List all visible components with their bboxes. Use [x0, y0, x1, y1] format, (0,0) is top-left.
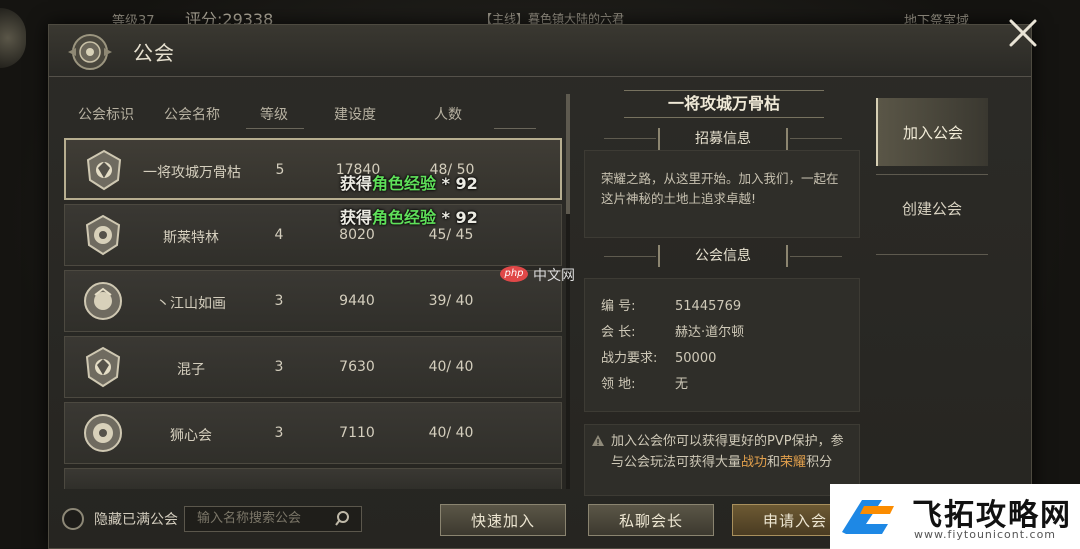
tab-divider [876, 254, 988, 255]
guild-badge-icon [81, 345, 125, 389]
guild-row[interactable]: 混子 3 7630 40/ 40 [64, 336, 562, 398]
close-button[interactable] [1004, 14, 1042, 52]
guild-build: 8020 [339, 227, 375, 243]
header-level: 等级 [260, 107, 288, 123]
header-build: 建设度 [334, 107, 376, 123]
guild-row[interactable]: 狮心会 3 7110 40/ 40 [64, 402, 562, 464]
section-divider [604, 138, 656, 139]
guild-id-line: 编 号: 51445769 [601, 299, 742, 314]
guild-leader-line: 会 长: 赫达·道尔顿 [601, 325, 745, 340]
private-chat-leader-button[interactable]: 私聊会长 [588, 504, 714, 536]
territory-line: 领 地: 无 [601, 377, 689, 392]
php-watermark-text: 中文网 [533, 268, 575, 284]
top-hud: 等级37 评分:29338 【主线】暮色镇大陆的六君 地下祭室域 [0, 0, 1080, 29]
guild-badge-icon [81, 279, 125, 323]
guild-info-title: 公会信息 [658, 245, 788, 267]
power-requirement-line: 战力要求: 50000 [601, 351, 717, 366]
header-divider [494, 128, 536, 129]
hide-full-radio[interactable] [62, 508, 84, 530]
hide-full-guilds-toggle[interactable]: 隐藏已满公会 [62, 508, 178, 530]
close-icon [1009, 19, 1037, 47]
guild-list: 公会标识 公会名称 等级 建设度 人数 一将攻城万骨枯 5 17840 48/ … [64, 94, 566, 489]
guild-build: 7110 [339, 425, 375, 441]
guild-tabs: 加入公会 创建公会 [876, 94, 988, 284]
recruit-text: 荣耀之路，从这里开始。加入我们，一起在这片神秘的土地上追求卓越! [584, 150, 860, 238]
header-name: 公会名称 [164, 107, 220, 123]
guild-emblem-icon [59, 27, 121, 77]
tab-join-guild[interactable]: 加入公会 [876, 98, 988, 166]
guild-row[interactable]: 斯莱特林 4 8020 45/ 45 [64, 204, 562, 266]
guild-level: 3 [274, 359, 284, 375]
guild-name: 混子 [177, 362, 205, 378]
guild-row[interactable] [64, 468, 562, 489]
selected-guild-name: 一将攻城万骨枯 [624, 90, 824, 118]
xp-gain-popup: 获得角色经验 * 92 [340, 208, 478, 227]
guild-build: 9440 [339, 293, 375, 309]
site-watermark: 飞拓攻略网 www.fiytounicont.com [830, 484, 1080, 549]
php-watermark-logo: php [500, 266, 528, 282]
guild-members: 45/ 45 [428, 227, 474, 243]
guild-list-scrollbar[interactable] [566, 94, 570, 489]
guild-name: 丶江山如画 [156, 296, 226, 312]
guild-build: 7630 [339, 359, 375, 375]
window-title: 公会 [133, 41, 175, 65]
site-logo-icon [842, 500, 894, 534]
guild-list-header: 公会标识 公会名称 等级 建设度 人数 [64, 94, 566, 132]
section-divider [604, 256, 656, 257]
header-divider [246, 128, 304, 129]
guild-level: 3 [274, 425, 284, 441]
guild-level: 4 [274, 227, 284, 243]
guild-name: 一将攻城万骨枯 [143, 165, 241, 181]
guild-level: 5 [275, 162, 285, 178]
guild-name: 狮心会 [170, 428, 212, 444]
site-url: www.fiytounicont.com [914, 528, 1057, 541]
hide-full-label: 隐藏已满公会 [94, 512, 178, 528]
recruit-info-title: 招募信息 [658, 128, 788, 150]
search-placeholder: 输入名称搜索公会 [197, 511, 302, 526]
guild-search-input[interactable]: 输入名称搜索公会 [184, 506, 362, 532]
section-divider [790, 138, 842, 139]
search-icon[interactable] [335, 510, 353, 528]
guild-members: 39/ 40 [428, 293, 474, 309]
quick-join-button[interactable]: 快速加入 [440, 504, 566, 536]
tab-create-guild[interactable]: 创建公会 [876, 174, 988, 242]
section-divider [790, 256, 842, 257]
header-emblem: 公会标识 [78, 107, 134, 123]
guild-members: 40/ 40 [428, 359, 474, 375]
guild-badge-icon [82, 148, 126, 192]
warning-icon [592, 435, 604, 446]
guild-members: 40/ 40 [428, 425, 474, 441]
window-header: 公会 [49, 25, 1031, 77]
guild-row[interactable]: 一将攻城万骨枯 5 17840 48/ 50 [64, 138, 562, 200]
guild-info-box: 编 号: 51445769 会 长: 赫达·道尔顿 战力要求: 50000 领 地: 无 [584, 278, 860, 412]
xp-gain-popup: 获得角色经验 * 92 [340, 174, 478, 193]
guild-badge-icon [81, 213, 125, 257]
guild-name: 斯莱特林 [163, 230, 219, 246]
guild-badge-icon [81, 411, 125, 455]
header-members: 人数 [434, 107, 462, 123]
guild-row[interactable]: 丶江山如画 3 9440 39/ 40 [64, 270, 562, 332]
scrollbar-thumb[interactable] [566, 94, 570, 214]
guild-info-panel: 一将攻城万骨枯 招募信息 荣耀之路，从这里开始。加入我们，一起在这片神秘的土地上… [584, 86, 860, 496]
guild-level: 3 [274, 293, 284, 309]
join-tip: 加入公会你可以获得更好的PVP保护，参与公会玩法可获得大量战功和荣耀积分 [584, 424, 860, 496]
